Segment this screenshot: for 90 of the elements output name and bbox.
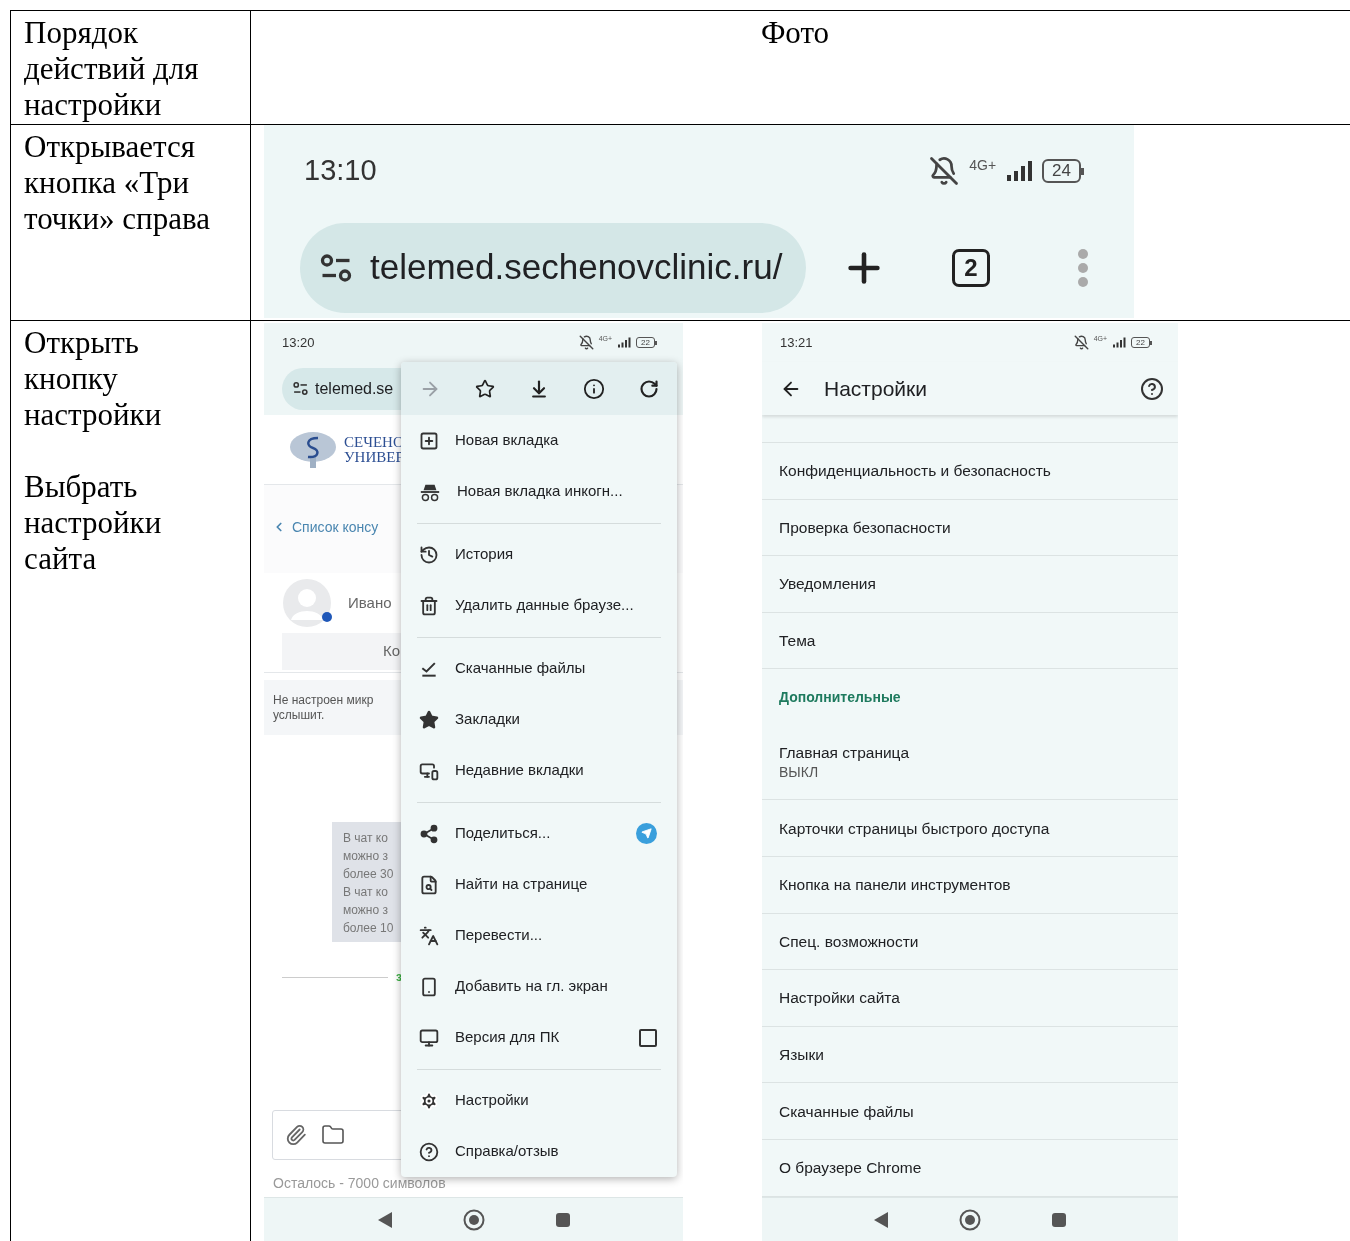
step-text: Открывается кнопка «Три точки» справа	[24, 129, 211, 237]
tab-button[interactable]: Ко	[282, 633, 401, 670]
menu-item[interactable]: Справка/отзыв	[401, 1126, 677, 1177]
star-icon[interactable]	[475, 378, 495, 399]
network-label: 4G+	[969, 158, 997, 172]
telegram-icon[interactable]	[636, 823, 657, 844]
settings-item[interactable]: Проверка безопасности	[762, 499, 1178, 557]
menu-item[interactable]: Скачанные файлы	[401, 643, 677, 694]
settings-item[interactable]: Спец. возможности	[762, 913, 1178, 971]
step-text: Выбрать настройки сайта	[24, 469, 163, 577]
bubble-text: более 30	[343, 866, 395, 883]
settings-item[interactable]: Кнопка на панели инструментов	[762, 856, 1178, 914]
menu-item[interactable]: Добавить на гл. экран	[401, 961, 677, 1012]
settings-item[interactable]: Скачанные файлы	[762, 1083, 1178, 1140]
bubble-text: можно з	[343, 848, 389, 865]
menu-item[interactable]: Новая вкладка инкогн...	[401, 466, 677, 517]
home-circle-icon[interactable]	[959, 1208, 981, 1231]
settings-item[interactable]: Конфиденциальность и безопасность	[762, 443, 1178, 500]
settings-item[interactable]: Тема	[762, 612, 1178, 670]
signal-icon	[1006, 160, 1033, 182]
menu-item[interactable]: Поделиться...	[401, 808, 677, 859]
notice-text: Не настроен микр услышит.	[273, 692, 374, 723]
back-link[interactable]: Список консу	[272, 516, 379, 538]
avatar-icon	[282, 578, 332, 628]
plus-square-icon	[419, 430, 439, 451]
menu-item[interactable]: Настройки	[401, 1075, 677, 1126]
menu-item[interactable]: Новая вкладка	[401, 415, 677, 466]
date-label: з	[396, 969, 402, 986]
settings-item[interactable]: Карточки страницы быстрого доступа	[762, 800, 1178, 857]
history-icon	[419, 544, 439, 565]
muted-bell-icon	[578, 335, 594, 350]
settings-item[interactable]: Языки	[762, 1026, 1178, 1084]
battery-indicator: 22	[1131, 337, 1152, 348]
help-icon	[419, 1141, 439, 1162]
devices-icon	[419, 760, 439, 781]
document-search-icon	[419, 874, 439, 895]
settings-item[interactable]: Уведомления	[762, 556, 1178, 613]
column-header: Порядок действий для настройки	[24, 15, 199, 122]
signal-icon	[617, 337, 632, 348]
menu-item[interactable]: Закладки	[401, 694, 677, 745]
home-circle-icon[interactable]	[462, 1208, 485, 1231]
checkbox[interactable]	[639, 1028, 657, 1047]
bubble-text: более 10	[343, 920, 395, 937]
bubble-text: В чат ко	[343, 830, 389, 847]
square-icon[interactable]	[1051, 1211, 1067, 1228]
settings-icon	[419, 1090, 439, 1111]
address-bar[interactable]: telemed.sechenovclinic.ru/	[300, 222, 806, 313]
characters-left: Осталось - 7000 символов	[273, 1174, 446, 1193]
section-header: Дополнительные	[779, 687, 901, 707]
reload-icon[interactable]	[639, 378, 659, 399]
back-triangle-icon[interactable]	[376, 1210, 393, 1229]
menu-item[interactable]: Недавние вкладки	[401, 745, 677, 796]
download-icon[interactable]	[529, 378, 549, 399]
bubble-text: можно з	[343, 902, 389, 919]
signal-icon	[1112, 337, 1127, 348]
muted-bell-icon	[929, 156, 960, 186]
screen-title: Настройки	[824, 375, 928, 402]
settings-item[interactable]: Настройки сайта	[762, 970, 1178, 1027]
menu-item[interactable]: Перевести...	[401, 910, 677, 961]
folder-icon[interactable]	[321, 1123, 345, 1147]
muted-bell-icon	[1073, 335, 1089, 350]
logo-text: УНИВЕР	[344, 449, 404, 465]
paperclip-icon[interactable]	[285, 1124, 307, 1146]
site-settings-icon	[292, 380, 309, 397]
user-name: Ивано	[348, 592, 392, 613]
tab-count-button[interactable]: 2	[952, 248, 990, 287]
info-icon[interactable]	[583, 377, 605, 400]
menu-item[interactable]: История	[401, 529, 677, 580]
help-icon[interactable]	[1140, 376, 1164, 401]
square-icon[interactable]	[554, 1211, 571, 1228]
trash-icon	[419, 595, 439, 616]
settings-item[interactable]: О браузере Chrome	[762, 1139, 1178, 1197]
bubble-text: В чат ко	[343, 884, 389, 901]
column-header: Фото	[760, 15, 830, 52]
step-text: Открыть кнопку настройки	[24, 325, 163, 433]
status-time: 13:20	[282, 333, 315, 352]
share-icon	[419, 823, 439, 844]
menu-item[interactable]: Найти на странице	[401, 859, 677, 910]
monitor-icon	[419, 1027, 439, 1048]
translate-icon	[419, 925, 439, 946]
settings-item[interactable]: Главная страница ВЫКЛ	[762, 725, 1178, 801]
phone-icon	[419, 976, 439, 997]
menu-item[interactable]: Удалить данные браузе...	[401, 580, 677, 631]
star-icon	[419, 709, 439, 730]
battery-indicator: 24	[1042, 159, 1084, 183]
status-time: 13:21	[780, 333, 813, 352]
back-triangle-icon[interactable]	[873, 1210, 889, 1229]
menu-item[interactable]: Версия для ПК	[401, 1012, 677, 1063]
battery-indicator: 22	[636, 337, 657, 348]
status-time: 13:10	[304, 153, 377, 189]
